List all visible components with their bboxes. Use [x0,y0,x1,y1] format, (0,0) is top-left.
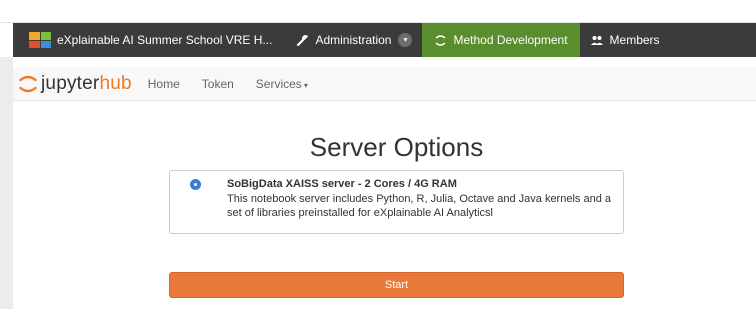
method-development-label: Method Development [453,33,568,47]
jupyter-icon [434,34,447,47]
vre-logo-icon [29,32,51,48]
wrench-icon [296,34,309,47]
caret-down-icon: ▾ [303,80,308,90]
jupyter-logo-icon [19,75,37,92]
jupyterhub-logo[interactable]: jupyterhub [19,73,132,95]
nav-services-dropdown[interactable]: Services ▾ [256,77,308,91]
members-label: Members [609,33,660,47]
administration-label: Administration [315,33,392,47]
nav-token-link[interactable]: Token [202,77,234,91]
logo-jupyter-text: jupyter [41,72,100,94]
left-margin [0,57,13,309]
page-title: Server Options [309,132,484,162]
members-link[interactable]: Members [580,23,670,57]
start-button[interactable]: Start [169,272,624,298]
server-option-radio[interactable] [190,179,201,190]
vre-brand-label: eXplainable AI Summer School VRE H... [57,33,273,47]
logo-hub-text: hub [99,72,132,94]
server-option-description: This notebook server includes Python, R,… [227,193,611,219]
chevron-down-icon: ▼ [398,33,413,47]
vre-brand-link[interactable]: eXplainable AI Summer School VRE H... [13,23,286,57]
nav-home-link[interactable]: Home [148,77,180,91]
administration-menu[interactable]: Administration ▼ [286,23,422,57]
vre-navbar: eXplainable AI Summer School VRE H... Ad… [13,23,756,57]
method-development-tab[interactable]: Method Development [422,23,580,57]
server-option-card[interactable]: SoBigData XAISS server - 2 Cores / 4G RA… [169,170,624,234]
jupyterhub-navbar: jupyterhub Home Token Services ▾ [13,67,756,101]
browser-top-area [0,0,756,23]
page: eXplainable AI Summer School VRE H... Ad… [0,0,756,309]
jupyterhub-wordmark: jupyterhub [41,73,132,95]
server-option-name: SoBigData XAISS server - 2 Cores / 4G RA… [227,178,457,190]
users-icon [590,35,604,46]
services-label: Services [255,76,302,91]
